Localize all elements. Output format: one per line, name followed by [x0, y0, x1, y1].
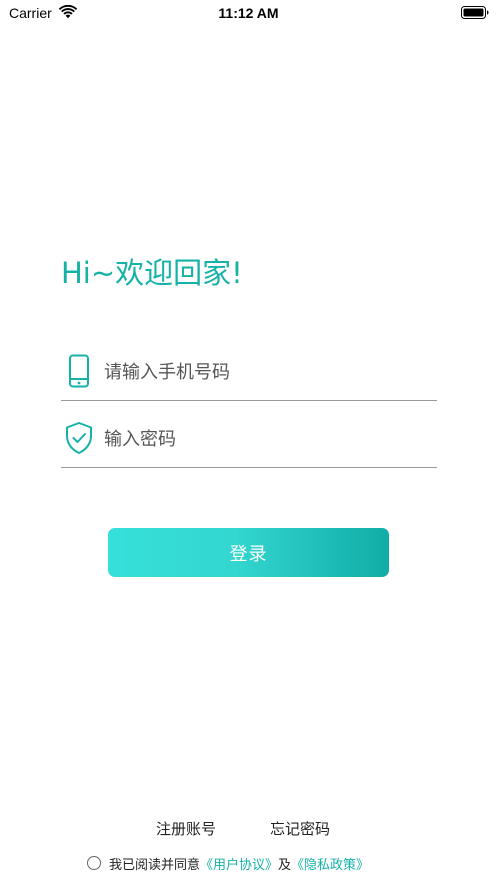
- bottom-links: 注册账号 忘记密码: [0, 818, 497, 842]
- agreement-conjunction: 及: [278, 858, 292, 873]
- password-input[interactable]: [104, 422, 424, 456]
- battery-icon: [461, 6, 489, 19]
- agreement-text: 我已阅读并同意《用户协议》及《隐私政策》: [109, 854, 369, 873]
- clock: 11:12 AM: [218, 5, 279, 21]
- privacy-policy-link[interactable]: 《隐私政策》: [291, 858, 369, 873]
- login-button[interactable]: 登录: [108, 528, 389, 577]
- agreement-prefix: 我已阅读并同意: [109, 858, 201, 873]
- status-bar: Carrier 11:12 AM: [0, 0, 497, 28]
- forgot-password-link[interactable]: 忘记密码: [270, 818, 330, 839]
- phone-icon: [69, 354, 89, 388]
- password-field: [61, 420, 437, 468]
- greeting-title: Hi~欢迎回家!: [61, 256, 243, 290]
- user-agreement-link[interactable]: 《用户协议》: [200, 858, 278, 873]
- phone-input[interactable]: [104, 355, 424, 389]
- agree-radio[interactable]: [87, 856, 101, 870]
- register-link[interactable]: 注册账号: [156, 818, 216, 839]
- shield-check-icon: [66, 422, 92, 454]
- phone-field: [61, 353, 437, 401]
